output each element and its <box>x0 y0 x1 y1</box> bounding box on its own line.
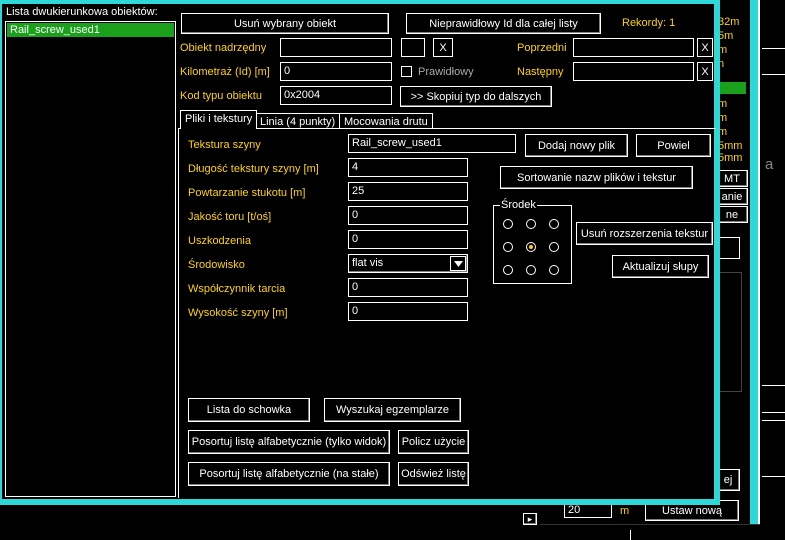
track-quality-label: Jakość toru [t/oś] <box>188 211 272 223</box>
bg-value: 5m <box>718 30 734 42</box>
next-clear-button[interactable]: X <box>697 62 713 81</box>
correct-checkbox-label: Prawidłowy <box>418 66 474 78</box>
center-radio-bottom-left[interactable] <box>503 265 513 275</box>
damage-label: Uszkodzenia <box>188 235 251 247</box>
environment-value: flat vis <box>352 257 384 269</box>
bg-ne-button[interactable]: ne <box>716 206 748 223</box>
background-cyan-edge <box>750 0 758 540</box>
rule <box>762 48 785 49</box>
background-values-column: 32m 5m m n m m m 5mm 5mm <box>716 14 750 174</box>
environment-dropdown-arrow[interactable] <box>450 256 466 271</box>
object-list[interactable]: Rail_screw_used1 <box>5 21 176 497</box>
track-quality-input[interactable]: 0 <box>348 206 468 225</box>
bg-distance-unit: m <box>620 505 630 517</box>
previous-clear-button[interactable]: X <box>697 38 713 57</box>
invalid-id-button[interactable]: Nieprawidłowy Id dla całej listy <box>406 13 601 34</box>
sort-permanent-button[interactable]: Posortuj listę alfabetycznie (na stałe) <box>188 462 390 486</box>
scroll-right-arrow[interactable]: ▸ <box>523 513 537 525</box>
next-input[interactable] <box>573 62 694 81</box>
tab-wire-mounts[interactable]: Mocowania drutu <box>339 113 433 129</box>
correct-checkbox[interactable] <box>401 66 412 77</box>
list-to-clipboard-button[interactable]: Lista do schowka <box>188 398 310 422</box>
rule <box>762 420 785 421</box>
center-group-title: Środek <box>500 199 537 212</box>
mileage-input[interactable]: 0 <box>280 62 392 81</box>
damage-input[interactable]: 0 <box>348 230 468 249</box>
texture-length-label: Długość tekstury szyny [m] <box>188 163 319 175</box>
type-code-label: Kod typu obiektu <box>180 90 262 102</box>
bg-tick <box>630 530 631 540</box>
bg-bottom-bar <box>540 524 760 540</box>
texture-label: Tekstura szyny <box>188 139 261 151</box>
rail-height-label: Wysokość szyny [m] <box>188 307 288 319</box>
center-group: Środek <box>493 199 572 284</box>
center-radio-middle-right[interactable] <box>549 242 559 252</box>
rule <box>762 476 785 477</box>
center-radio-bottom-right[interactable] <box>549 265 559 275</box>
copy-type-button[interactable]: >> Skopiuj typ do dalszych <box>400 86 552 107</box>
remove-extensions-button[interactable]: Usuń rozszerzenia tekstur <box>576 222 713 245</box>
tab-line-4-points[interactable]: Linia (4 punkty) <box>255 113 341 129</box>
count-usage-button[interactable]: Policz użycie <box>398 430 469 454</box>
center-radio-top-left[interactable] <box>503 219 513 229</box>
bg-mt-button[interactable]: MT <box>716 170 748 187</box>
center-radio-top-right[interactable] <box>549 219 559 229</box>
bg-selected-bar <box>716 82 746 94</box>
previous-label: Poprzedni <box>517 42 567 54</box>
sort-names-button[interactable]: Sortowanie nazw plików i tekstur <box>500 166 693 189</box>
joint-repeat-label: Powtarzanie stukotu [m] <box>188 187 306 199</box>
tab-files-textures[interactable]: Pliki i tekstury <box>180 110 258 129</box>
add-file-button[interactable]: Dodaj nowy plik <box>525 134 628 157</box>
rule <box>762 412 785 413</box>
center-radio-middle-left[interactable] <box>503 242 513 252</box>
records-count: Rekordy: 1 <box>622 17 676 29</box>
chevron-down-icon <box>453 260 463 267</box>
texture-length-input[interactable]: 4 <box>348 158 468 177</box>
rule <box>762 74 785 75</box>
list-title: Lista dwukierunkowa obiektów: <box>6 6 158 18</box>
list-item[interactable]: Rail_screw_used1 <box>7 23 174 37</box>
environment-label: Środowisko <box>188 259 245 271</box>
center-radio-bottom-middle[interactable] <box>526 265 536 275</box>
center-radio-top-middle[interactable] <box>526 219 536 229</box>
rail-height-input[interactable]: 0 <box>348 302 468 321</box>
bg-value: 5mm <box>718 152 743 164</box>
bg-anie-button[interactable]: anie <box>716 188 748 205</box>
parent-clear-button[interactable]: X <box>433 38 453 57</box>
mileage-label: Kilometraż (Id) [m] <box>180 66 270 78</box>
previous-input[interactable] <box>573 38 694 57</box>
parent-object-input[interactable] <box>280 38 392 57</box>
center-radio-middle[interactable] <box>526 242 536 252</box>
update-poles-button[interactable]: Aktualizuj słupy <box>612 255 709 278</box>
rule <box>762 385 785 386</box>
bg-value: 32m <box>718 16 740 28</box>
background-grey-strip <box>760 0 785 540</box>
find-instances-button[interactable]: Wyszukaj egzemplarze <box>324 398 461 422</box>
sort-view-button[interactable]: Posortuj listę alfabetycznie (tylko wido… <box>188 430 390 454</box>
side-letter: a <box>765 156 774 173</box>
friction-input[interactable]: 0 <box>348 278 468 297</box>
joint-repeat-input[interactable]: 25 <box>348 182 468 201</box>
refresh-list-button[interactable]: Odśwież listę <box>398 462 469 486</box>
friction-label: Współczynnik tarcia <box>188 283 286 295</box>
texture-input[interactable]: Rail_screw_used1 <box>348 134 516 153</box>
type-code-input[interactable]: 0x2004 <box>280 86 392 105</box>
parent-extra-input[interactable] <box>401 38 425 57</box>
parent-object-label: Obiekt nadrzędny <box>180 42 267 54</box>
duplicate-button[interactable]: Powiel <box>636 134 711 157</box>
delete-object-button[interactable]: Usuń wybrany obiekt <box>181 13 389 34</box>
next-label: Następny <box>517 66 564 78</box>
